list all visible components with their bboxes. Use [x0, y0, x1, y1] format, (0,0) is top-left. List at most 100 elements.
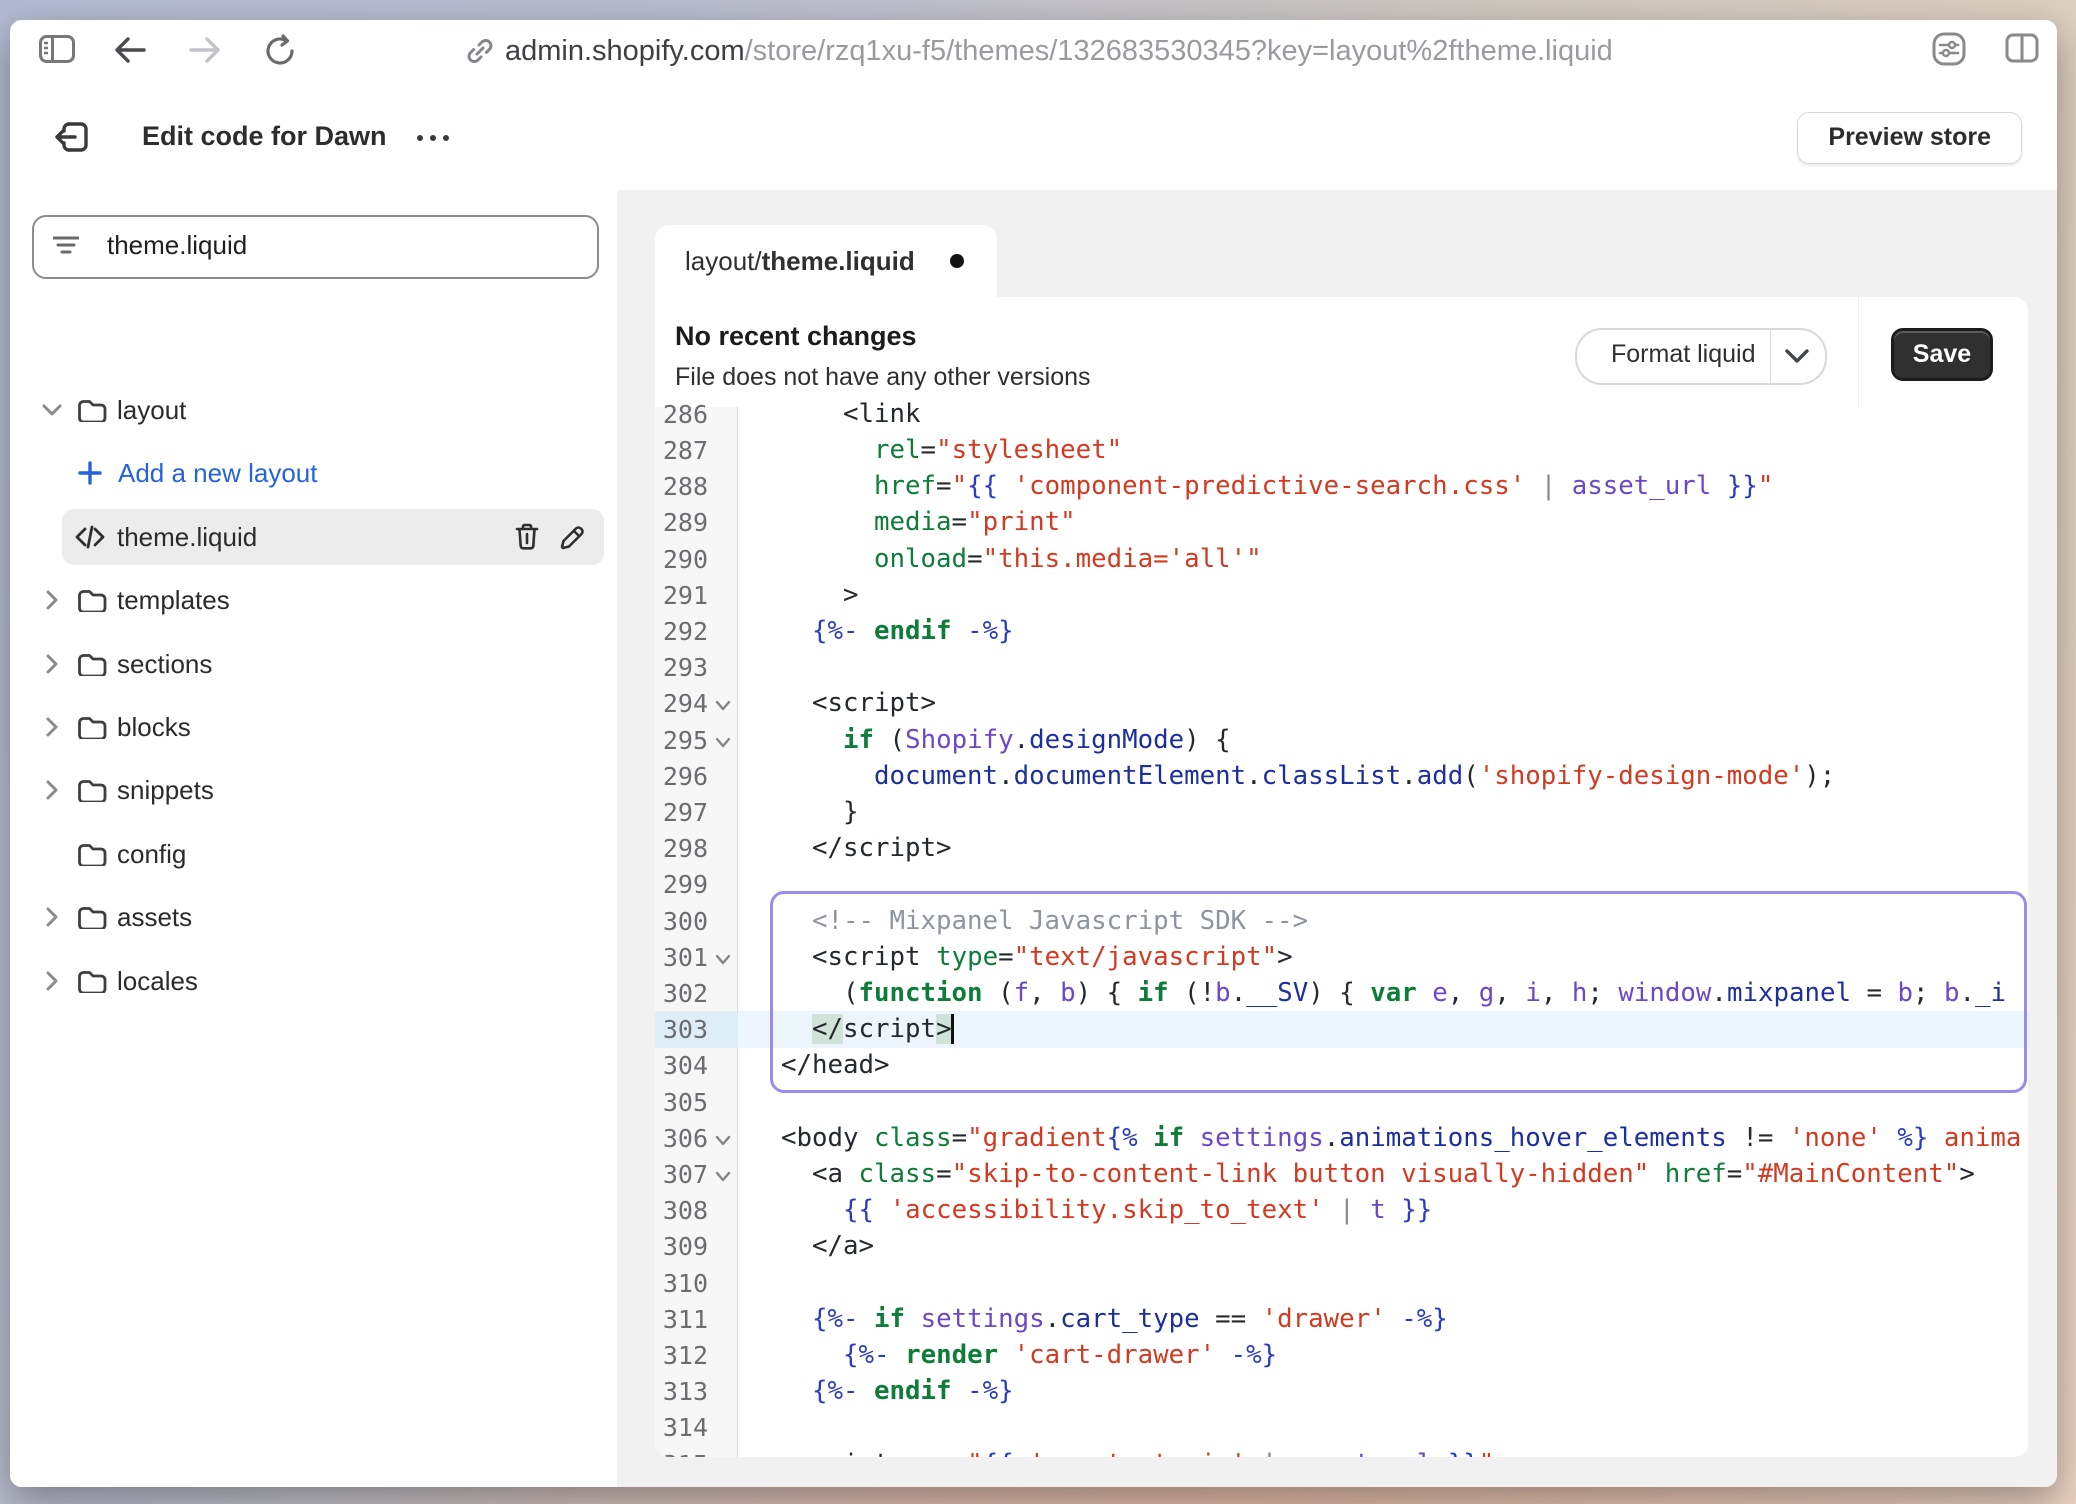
fold-chevron-icon[interactable]: [715, 952, 731, 966]
more-actions-icon[interactable]: [417, 132, 457, 142]
code-line-296[interactable]: 296 document.documentElement.classList.a…: [655, 758, 2028, 795]
sidebar-folder-sections[interactable]: sections: [10, 633, 617, 695]
sidebar-folder-config[interactable]: config: [10, 823, 617, 885]
code-text: href="{{ 'component-predictive-search.cs…: [750, 468, 1773, 505]
add-new-layout-link[interactable]: Add a new layout: [10, 442, 617, 504]
chevron-right-icon[interactable]: [40, 588, 64, 612]
chevron-right-icon[interactable]: [40, 778, 64, 802]
header-divider: [1858, 297, 1859, 407]
file-search-input[interactable]: theme.liquid: [32, 215, 599, 279]
fold-chevron-icon[interactable]: [715, 1133, 731, 1147]
format-liquid-button[interactable]: Format liquid: [1575, 328, 1827, 385]
sidebar-toggle-icon[interactable]: [39, 35, 75, 63]
page-settings-icon[interactable]: [1932, 32, 1966, 66]
chevron-down-icon[interactable]: [40, 398, 64, 422]
code-line-310[interactable]: 310: [655, 1265, 2028, 1302]
link-icon: [465, 36, 495, 66]
tab-theme-liquid[interactable]: layout/theme.liquid: [655, 225, 997, 297]
code-line-298[interactable]: 298 </script>: [655, 830, 2028, 867]
sidebar-folder-assets[interactable]: assets: [10, 886, 617, 948]
code-line-292[interactable]: 292 {%- endif -%}: [655, 613, 2028, 650]
forward-icon[interactable]: [189, 37, 221, 63]
save-button[interactable]: Save: [1891, 328, 1993, 381]
code-line-295[interactable]: 295 if (Shopify.designMode) {: [655, 722, 2028, 759]
code-line-293[interactable]: 293: [655, 649, 2028, 686]
code-line-308[interactable]: 308 {{ 'accessibility.skip_to_text' | t …: [655, 1192, 2028, 1229]
code-line-315[interactable]: 315 <script src="{{ 'constants.js' | ass…: [655, 1446, 2028, 1458]
tree-item-label: templates: [117, 569, 230, 631]
code-line-299[interactable]: 299: [655, 866, 2028, 903]
sidebar-folder-blocks[interactable]: blocks: [10, 696, 617, 758]
code-line-287[interactable]: 287 rel="stylesheet": [655, 432, 2028, 469]
code-line-301[interactable]: 301 <script type="text/javascript">: [655, 939, 2028, 976]
rename-icon[interactable]: [559, 524, 585, 550]
code-line-290[interactable]: 290 onload="this.media='all'": [655, 541, 2028, 578]
code-line-303[interactable]: 303 </script>: [655, 1011, 2028, 1048]
folder-icon: [77, 715, 107, 739]
code-line-313[interactable]: 313 {%- endif -%}: [655, 1373, 2028, 1410]
url-bar[interactable]: admin.shopify.com/store/rzq1xu-f5/themes…: [505, 20, 1613, 82]
code-line-302[interactable]: 302 (function (f, b) { if (!b.__SV) { va…: [655, 975, 2028, 1012]
sidebar-folder-snippets[interactable]: snippets: [10, 759, 617, 821]
code-line-297[interactable]: 297 }: [655, 794, 2028, 831]
tree-item-label: config: [117, 823, 186, 885]
code-line-314[interactable]: 314: [655, 1409, 2028, 1446]
tree-item-label: blocks: [117, 696, 191, 758]
line-number: 291: [655, 577, 708, 614]
code-line-288[interactable]: 288 href="{{ 'component-predictive-searc…: [655, 468, 2028, 505]
chevron-right-icon[interactable]: [40, 905, 64, 929]
chevron-down-icon[interactable]: [1784, 347, 1810, 365]
line-number: 289: [655, 504, 708, 541]
code-line-291[interactable]: 291 >: [655, 577, 2028, 614]
fold-chevron-icon[interactable]: [715, 698, 731, 712]
line-number: 314: [655, 1409, 708, 1446]
editor-header: No recent changes File does not have any…: [655, 297, 2028, 408]
code-line-300[interactable]: 300 <!-- Mixpanel Javascript SDK -->: [655, 903, 2028, 940]
line-number: 293: [655, 649, 708, 686]
line-number: 313: [655, 1373, 708, 1410]
app-header: Edit code for Dawn Preview store: [10, 82, 2057, 191]
sidebar-folder-templates[interactable]: templates: [10, 569, 617, 631]
code-line-304[interactable]: 304 </head>: [655, 1047, 2028, 1084]
code-text: >: [750, 577, 859, 614]
code-line-311[interactable]: 311 {%- if settings.cart_type == 'drawer…: [655, 1301, 2028, 1338]
split-view-icon[interactable]: [2005, 33, 2039, 63]
line-number: 295: [655, 722, 708, 759]
delete-icon[interactable]: [514, 523, 540, 551]
editor-card: No recent changes File does not have any…: [655, 297, 2028, 1457]
fold-chevron-icon[interactable]: [715, 735, 731, 749]
fold-chevron-icon[interactable]: [715, 1169, 731, 1183]
code-line-307[interactable]: 307 <a class="skip-to-content-link butto…: [655, 1156, 2028, 1193]
code-line-306[interactable]: 306 <body class="gradient{% if settings.…: [655, 1120, 2028, 1157]
reload-icon[interactable]: [263, 34, 297, 68]
sidebar-folder-layout[interactable]: layout: [10, 379, 617, 441]
exit-icon[interactable]: [55, 120, 91, 154]
code-line-294[interactable]: 294 <script>: [655, 685, 2028, 722]
line-number: 287: [655, 432, 708, 469]
code-line-312[interactable]: 312 {%- render 'cart-drawer' -%}: [655, 1337, 2028, 1374]
preview-store-button[interactable]: Preview store: [1797, 112, 2022, 164]
code-text: {%- render 'cart-drawer' -%}: [750, 1337, 1277, 1374]
chevron-right-icon[interactable]: [40, 652, 64, 676]
code-line-289[interactable]: 289 media="print": [655, 504, 2028, 541]
code-text: <link: [750, 396, 921, 433]
sidebar-item-theme.liquid[interactable]: theme.liquid: [10, 506, 617, 568]
line-number: 304: [655, 1047, 708, 1084]
back-icon[interactable]: [114, 37, 146, 63]
chevron-right-icon[interactable]: [40, 715, 64, 739]
code-text: {%- if settings.cart_type == 'drawer' -%…: [750, 1301, 1448, 1338]
line-number: 309: [655, 1228, 708, 1265]
line-number: 288: [655, 468, 708, 505]
code-line-305[interactable]: 305: [655, 1084, 2028, 1121]
sidebar-folder-locales[interactable]: locales: [10, 950, 617, 1012]
code-line-309[interactable]: 309 </a>: [655, 1228, 2028, 1265]
code-text: <body class="gradient{% if settings.anim…: [750, 1120, 2021, 1157]
code-text: <a class="skip-to-content-link button vi…: [750, 1156, 1975, 1193]
code-line-286[interactable]: 286 <link: [655, 396, 2028, 433]
chevron-right-icon[interactable]: [40, 969, 64, 993]
code-text: <script>: [750, 685, 936, 722]
browser-toolbar: admin.shopify.com/store/rzq1xu-f5/themes…: [10, 20, 2057, 83]
code-editor[interactable]: 286 <link287 rel="stylesheet"288 href="{…: [655, 407, 2028, 1457]
code-text: rel="stylesheet": [750, 432, 1122, 469]
status-title: No recent changes: [675, 321, 917, 352]
